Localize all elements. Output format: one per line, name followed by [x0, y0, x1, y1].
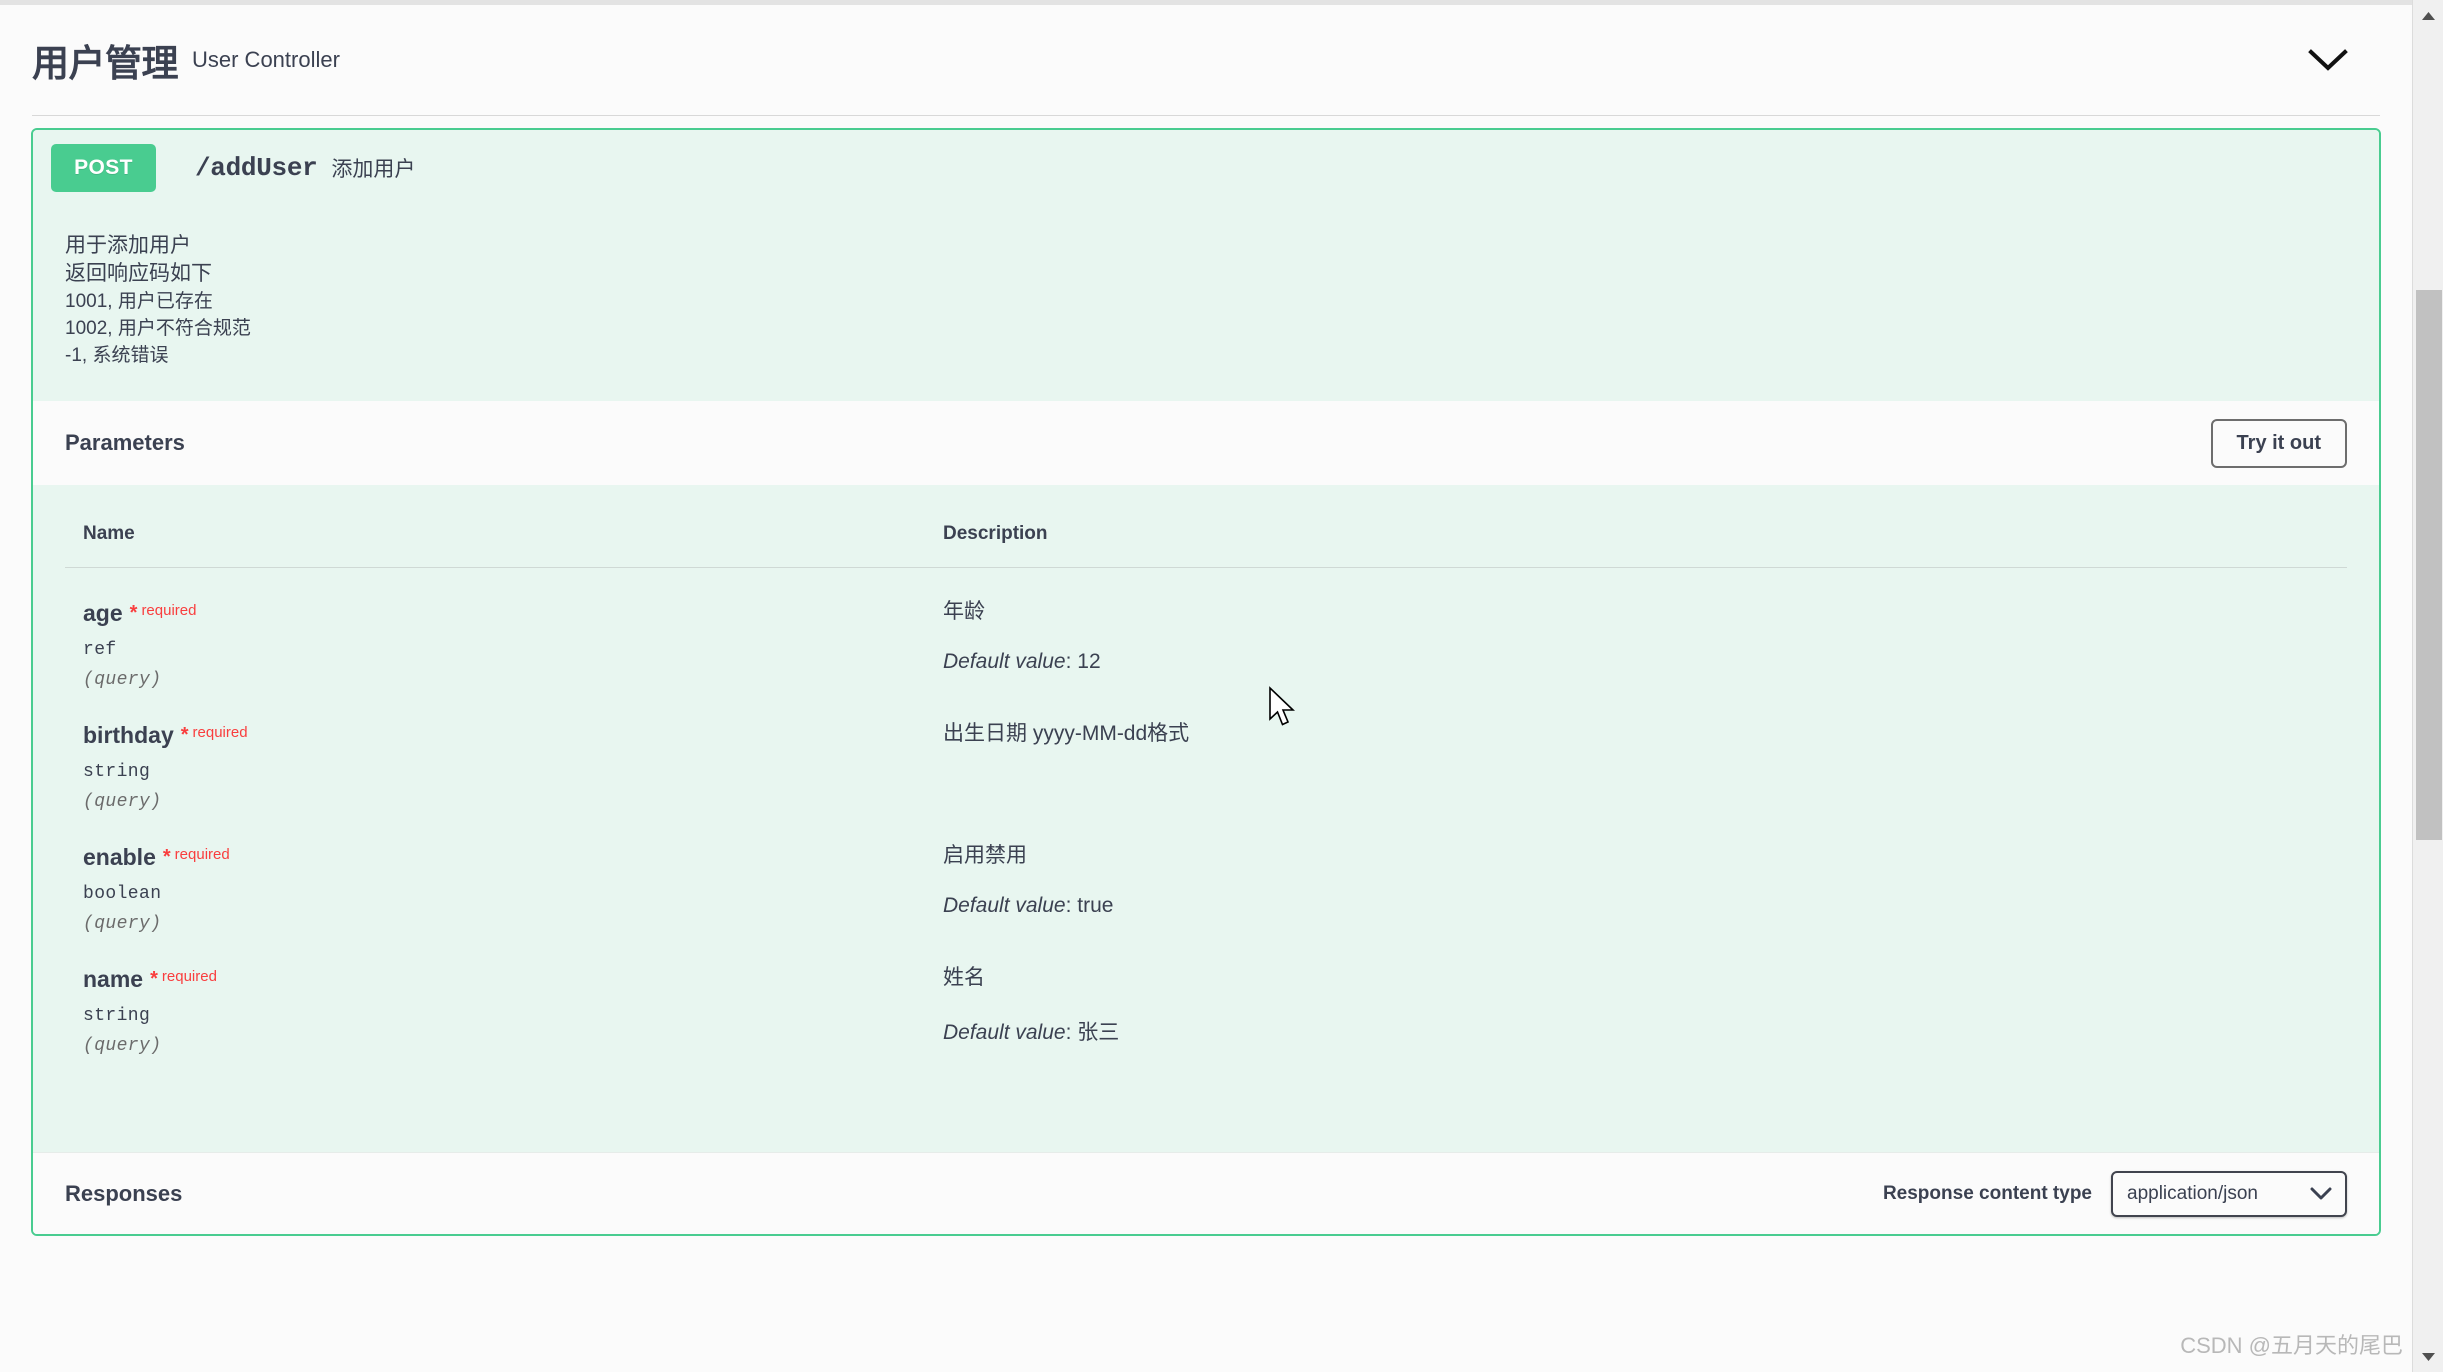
param-location: (query) [83, 670, 162, 690]
param-default-label: Default value [943, 650, 1066, 673]
param-name-label: name * required [83, 964, 925, 992]
param-default-separator: : [1065, 1021, 1072, 1044]
param-default-separator: : [1065, 894, 1072, 917]
tag-header[interactable]: 用户管理 User Controller [31, 5, 2381, 115]
response-content-type-select[interactable]: application/json [2111, 1170, 2347, 1217]
chevron-down-icon[interactable] [2298, 30, 2358, 90]
scroll-down-arrow-icon[interactable] [2413, 1341, 2443, 1372]
param-name-label: birthday * required [83, 720, 925, 748]
param-type: ref [83, 640, 117, 660]
param-default-value: Default value: 张三 [943, 1016, 2347, 1046]
required-label: required [192, 724, 248, 741]
param-default-value: Default value: 12 [943, 650, 2347, 674]
table-header-row: Name Description [65, 485, 2347, 568]
param-name-cell: age * required ref (query) [65, 568, 925, 690]
column-header-description: Description [925, 485, 2347, 568]
description-line-2: 1001, 用户已存在 [65, 291, 213, 312]
parameters-header-band: Parameters Try it out [33, 401, 2379, 485]
param-description-text: 出生日期 yyyy-MM-dd格式 [943, 722, 1190, 745]
param-type: string [83, 762, 151, 782]
required-star-icon: * [129, 602, 138, 624]
description-line-3: 1002, 用户不符合规范 [65, 318, 251, 339]
tag-subtitle: User Controller [192, 47, 340, 72]
param-description-text: 姓名 [943, 966, 985, 989]
param-name-label: age * required [83, 598, 925, 626]
parameters-table-head: Name Description [65, 485, 2347, 568]
required-star-icon: * [150, 968, 158, 990]
parameters-table: Name Description age * required ref (query… [65, 485, 2347, 1056]
parameters-table-body: age * required ref (query) 年龄 Default valu… [65, 568, 2347, 1056]
param-description-text: 年龄 [943, 600, 985, 623]
description-line-1: 返回响应码如下 [65, 262, 212, 285]
param-default-text: true [1077, 894, 1114, 917]
try-it-out-button[interactable]: Try it out [2210, 418, 2347, 468]
response-content-type-value: application/json [2127, 1182, 2258, 1204]
http-method-badge: POST [51, 144, 156, 192]
table-row: name * required string (query) 姓名 Default … [65, 934, 2347, 1056]
param-default-text: 张三 [1077, 1021, 1120, 1044]
param-type: boolean [83, 884, 162, 904]
table-row: birthday * required string (query) 出生日期 yy… [65, 690, 2347, 812]
param-name-text: name [83, 966, 144, 992]
param-description-cell: 启用禁用 Default value: true [925, 812, 2347, 934]
param-default-text: 12 [1077, 650, 1101, 673]
param-name-cell: name * required string (query) [65, 934, 925, 1056]
operation-body: 用于添加用户 返回响应码如下 1001, 用户已存在 1002, 用户不符合规范… [33, 206, 2379, 1234]
operation-summary-text: 添加用户 [331, 158, 416, 181]
operation-block-post-adduser: POST /addUser 添加用户 用于添加用户 返回响应码如下 1001, … [31, 128, 2381, 1236]
chevron-down-icon [2310, 1187, 2332, 1201]
table-row: age * required ref (query) 年龄 Default valu… [65, 568, 2347, 691]
swagger-content: 用户管理 User Controller POST /addUser 添加用户 … [0, 5, 2412, 1372]
param-name-text: age [83, 600, 123, 626]
param-description-cell: 年龄 Default value: 12 [925, 568, 2347, 691]
page-root: 用户管理 User Controller POST /addUser 添加用户 … [0, 0, 2443, 1372]
param-description-text: 启用禁用 [943, 844, 1027, 867]
responses-title: Responses [65, 1180, 183, 1206]
required-star-icon: * [162, 846, 171, 868]
parameters-table-area: Name Description age * required ref (query… [33, 485, 2379, 1152]
required-label: required [161, 968, 217, 985]
tag-divider [32, 115, 2380, 116]
scrollbar-thumb[interactable] [2416, 290, 2442, 840]
param-default-value: Default value: true [943, 894, 2347, 918]
description-line-0: 用于添加用户 [65, 234, 191, 257]
column-header-name: Name [65, 485, 925, 568]
required-label: required [141, 602, 197, 619]
required-star-icon: * [180, 724, 189, 746]
scroll-up-arrow-icon[interactable] [2413, 0, 2443, 31]
param-location: (query) [83, 914, 162, 934]
param-description-cell: 姓名 Default value: 张三 [925, 934, 2347, 1056]
vertical-scrollbar[interactable] [2412, 0, 2443, 1372]
page-title: 用户管理 [32, 43, 179, 84]
table-row: enable * required boolean (query) 启用禁用 Def… [65, 812, 2347, 934]
parameters-title: Parameters [65, 430, 185, 455]
param-default-separator: : [1065, 650, 1072, 673]
param-name-text: birthday [83, 722, 174, 748]
description-line-4: -1, 系统错误 [65, 345, 169, 366]
response-content-type-label: Response content type [1882, 1182, 2092, 1204]
param-name-cell: birthday * required string (query) [65, 690, 925, 812]
operation-path: /addUser [195, 153, 318, 183]
param-location: (query) [83, 1036, 162, 1056]
responses-header-band: Responses Response content type applicat… [33, 1152, 2379, 1234]
param-location: (query) [83, 792, 162, 812]
operation-summary-row[interactable]: POST /addUser 添加用户 [33, 130, 2379, 206]
param-name-label: enable * required [83, 842, 925, 870]
param-name-text: enable [83, 844, 156, 870]
param-description-cell: 出生日期 yyyy-MM-dd格式 [925, 690, 2347, 812]
param-default-label: Default value [943, 894, 1066, 917]
param-name-cell: enable * required boolean (query) [65, 812, 925, 934]
parameters-bottom-padding [65, 1056, 2347, 1152]
param-type: string [83, 1006, 151, 1026]
operation-description: 用于添加用户 返回响应码如下 1001, 用户已存在 1002, 用户不符合规范… [33, 206, 2379, 401]
param-default-label: Default value [943, 1021, 1066, 1044]
required-label: required [174, 846, 230, 863]
